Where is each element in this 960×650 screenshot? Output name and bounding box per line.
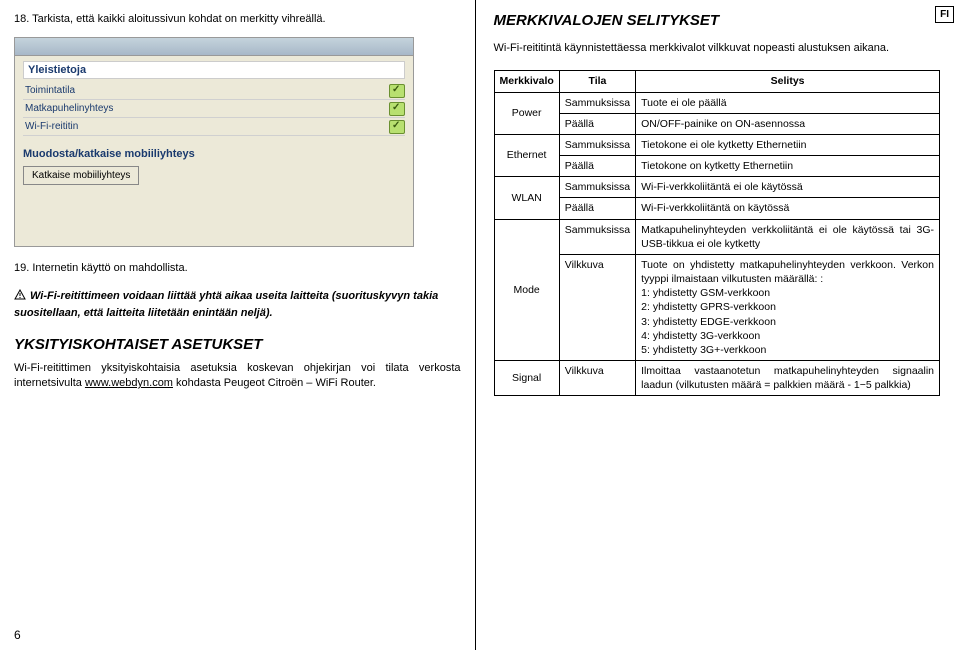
check-icon (389, 120, 405, 134)
led-table: Merkkivalo Tila Selitys Power Sammuksiss… (494, 70, 941, 396)
led-intro: Wi-Fi-reititintä käynnistettäessa merkki… (494, 41, 941, 56)
table-row: Vilkkuva Tuote on yhdistetty matkapuheli… (494, 254, 940, 360)
table-row: WLAN Sammuksissa Wi-Fi-verkkoliitäntä ei… (494, 177, 940, 198)
panel-subsection-title: Muodosta/katkaise mobiiliyhteys (23, 148, 405, 160)
led-desc: Tietokone on kytketty Ethernetiin (636, 156, 940, 177)
led-desc: Wi-Fi-verkkoliitäntä ei ole käytössä (636, 177, 940, 198)
detailed-settings-heading: YKSITYISKOHTAISET ASETUKSET (14, 336, 461, 353)
led-state: Sammuksissa (559, 92, 635, 113)
led-name: Signal (494, 361, 559, 396)
status-label: Toimintatila (23, 85, 389, 96)
led-desc: Matkapuhelinyhteyden verkkoliitäntä ei o… (636, 219, 940, 254)
led-desc: ON/OFF-painike on ON-asennossa (636, 113, 940, 134)
table-header-row: Merkkivalo Tila Selitys (494, 71, 940, 92)
status-row: Toimintatila (23, 82, 405, 100)
led-state: Vilkkuva (559, 361, 635, 396)
check-icon (389, 84, 405, 98)
led-explanation-heading: MERKKIVALOJEN SELITYKSET (494, 12, 941, 29)
check-icon (389, 102, 405, 116)
status-row: Wi-Fi-reititin (23, 118, 405, 136)
status-label: Wi-Fi-reititin (23, 121, 389, 132)
table-row: Power Sammuksissa Tuote ei ole päällä (494, 92, 940, 113)
th-led: Merkkivalo (494, 71, 559, 92)
led-state: Sammuksissa (559, 134, 635, 155)
led-state: Päällä (559, 113, 635, 134)
para-text-b: kohdasta Peugeot Citroën – WiFi Router. (173, 377, 376, 389)
table-row: Päällä ON/OFF-painike on ON-asennossa (494, 113, 940, 134)
step-19: 19. Internetin käyttö on mahdollista. (14, 261, 461, 276)
window-titlebar (15, 38, 413, 56)
screenshot-panel: Yleistietoja Toimintatila Matkapuhelinyh… (14, 37, 414, 247)
led-desc: Ilmoittaa vastaanotetun matkapuhelinyhte… (636, 361, 940, 396)
warning-icon (14, 289, 26, 306)
led-desc: Wi-Fi-verkkoliitäntä on käytössä (636, 198, 940, 219)
th-desc: Selitys (636, 71, 940, 92)
panel-section-title: Yleistietoja (23, 61, 405, 79)
led-state: Päällä (559, 156, 635, 177)
status-label: Matkapuhelinyhteys (23, 103, 389, 114)
led-name: WLAN (494, 177, 559, 219)
led-desc: Tuote on yhdistetty matkapuhelinyhteyden… (636, 254, 940, 360)
led-state: Päällä (559, 198, 635, 219)
table-row: Mode Sammuksissa Matkapuhelinyhteyden ve… (494, 219, 940, 254)
led-name: Power (494, 92, 559, 134)
led-state: Sammuksissa (559, 219, 635, 254)
disconnect-button[interactable]: Katkaise mobiiliyhteys (23, 166, 139, 185)
th-state: Tila (559, 71, 635, 92)
status-row: Matkapuhelinyhteys (23, 100, 405, 118)
warning-note: Wi-Fi-reitittimeen voidaan liittää yhtä … (14, 289, 461, 322)
warning-text: Wi-Fi-reitittimeen voidaan liittää yhtä … (14, 290, 438, 319)
led-state: Vilkkuva (559, 254, 635, 360)
table-row: Signal Vilkkuva Ilmoittaa vastaanotetun … (494, 361, 940, 396)
led-state: Sammuksissa (559, 177, 635, 198)
webdyn-link[interactable]: www.webdyn.com (85, 377, 173, 389)
language-tab: FI (935, 6, 954, 23)
led-desc: Tietokone ei ole kytketty Ethernetiin (636, 134, 940, 155)
step-18: 18. Tarkista, että kaikki aloitussivun k… (14, 12, 461, 27)
table-row: Päällä Tietokone on kytketty Ethernetiin (494, 156, 940, 177)
led-name: Mode (494, 219, 559, 361)
detailed-settings-paragraph: Wi-Fi-reitittimen yksityiskohtaisia aset… (14, 361, 461, 392)
led-name: Ethernet (494, 134, 559, 176)
page-number: 6 (14, 628, 21, 642)
table-row: Ethernet Sammuksissa Tietokone ei ole ky… (494, 134, 940, 155)
table-row: Päällä Wi-Fi-verkkoliitäntä on käytössä (494, 198, 940, 219)
led-desc: Tuote ei ole päällä (636, 92, 940, 113)
